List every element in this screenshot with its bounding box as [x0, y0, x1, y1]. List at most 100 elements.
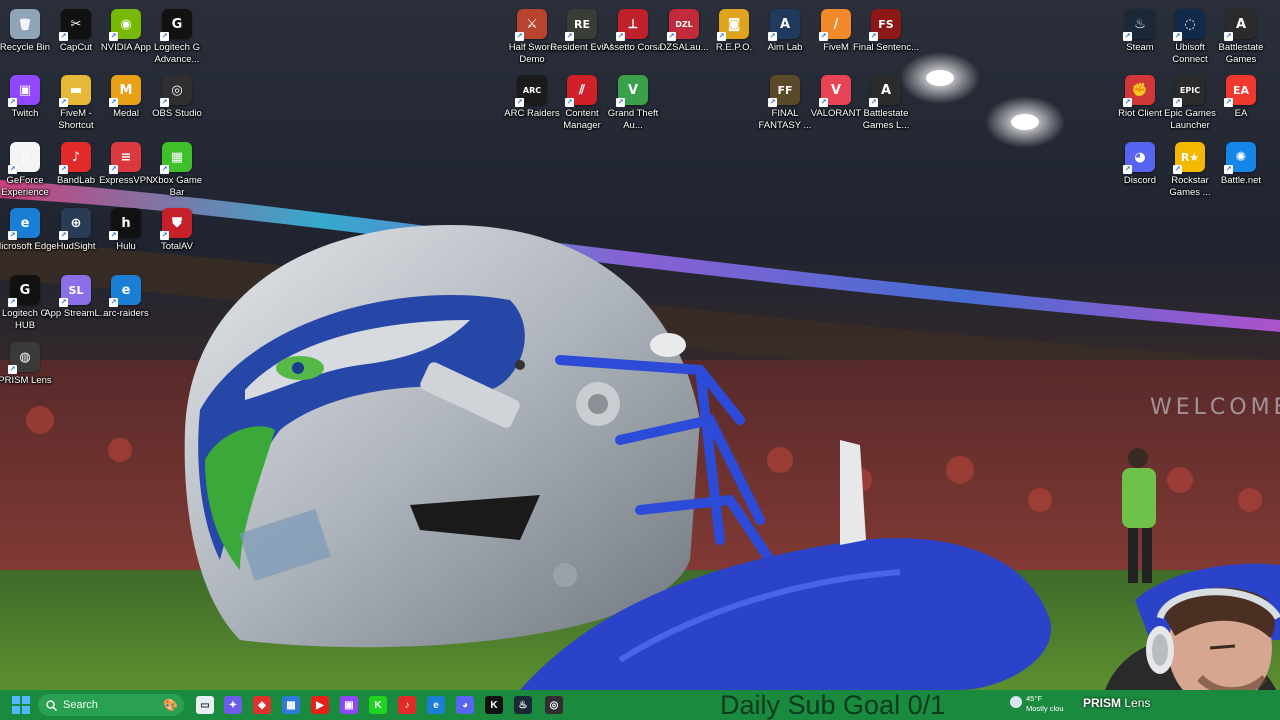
- weather-condition: Mostly clou: [1026, 704, 1064, 713]
- resident-evil-4-glyph: RE: [574, 17, 590, 31]
- desktop-icon-obs-studio[interactable]: ◎ ↗ OBS Studio: [146, 70, 208, 134]
- windows-logo-icon: [12, 696, 30, 714]
- fivem-glyph: /: [833, 16, 839, 32]
- nvidia-app-glyph: ◉: [120, 16, 132, 32]
- logitech-g-advance-glyph: G: [171, 16, 183, 32]
- gta-v-icon: V ↗: [616, 75, 648, 107]
- desktop-icon-label: arc-raiders: [103, 308, 149, 319]
- shortcut-arrow-icon: ↗: [1123, 32, 1132, 41]
- repo-icon: ◙ ↗: [717, 9, 749, 41]
- desktop-icon-totalav[interactable]: ⛊ ↗ TotalAV: [146, 203, 208, 267]
- steam-glyph: ♨: [1134, 16, 1146, 32]
- taskbar-app-twitch-icon[interactable]: ▣: [340, 696, 358, 714]
- desktop-icon-logitech-g-advance[interactable]: G ↗ Logitech G Advance...: [146, 4, 208, 68]
- taskbar-app-microsoft-store-icon[interactable]: ▦: [282, 696, 300, 714]
- battlestate-games-launcher-icon: A ↗: [869, 75, 901, 107]
- shortcut-arrow-icon: ↗: [1224, 165, 1233, 174]
- watermark-brand: PRISM: [1083, 696, 1122, 710]
- prism-lens-icon: ◍ ↗: [8, 342, 40, 374]
- content-manager-glyph: ⫽: [579, 82, 585, 98]
- desktop-icon-label: Logitech G Advance...: [154, 42, 200, 65]
- start-button[interactable]: [12, 696, 30, 714]
- taskbar-app-task-view-icon[interactable]: ▭: [196, 696, 214, 714]
- desktop-icon-gta-v[interactable]: V ↗ Grand Theft Au...: [602, 70, 664, 134]
- obs-studio-glyph: ◎: [171, 82, 183, 98]
- taskbar-search-box[interactable]: Search 🎨: [38, 694, 184, 716]
- aim-lab-glyph: A: [779, 16, 791, 32]
- taskbar-app-obs-icon[interactable]: ◎: [545, 696, 563, 714]
- desktop-icon-arc-raiders-edge[interactable]: e ↗ arc-raiders: [95, 270, 157, 334]
- bandlab-icon: ♪ ↗: [59, 142, 91, 174]
- fivem-shortcut-icon: ▬ ↗: [59, 75, 91, 107]
- shortcut-arrow-icon: ↗: [109, 231, 118, 240]
- shortcut-arrow-icon: ↗: [59, 165, 68, 174]
- taskbar-app-discord-icon[interactable]: ◕: [456, 696, 474, 714]
- taskbar-app-youtube-icon[interactable]: ▶: [311, 696, 329, 714]
- dzsa-launcher-icon: DZL ↗: [667, 9, 699, 41]
- desktop-icon-prism-lens[interactable]: ◍ ↗ PRISM Lens: [0, 337, 56, 401]
- taskbar-app-app-red-diamond-icon[interactable]: ◆: [253, 696, 271, 714]
- desktop-icon-label: PRISM Lens: [0, 375, 52, 386]
- shortcut-arrow-icon: ↗: [160, 231, 169, 240]
- logitech-g-advance-icon: G ↗: [160, 9, 192, 41]
- desktop-icon-xbox-game-bar[interactable]: ▦ ↗ Xbox Game Bar: [146, 137, 208, 201]
- obs-studio-icon: ◎ ↗: [160, 75, 192, 107]
- weather-widget[interactable]: 45°F Mostly clou: [1010, 694, 1080, 716]
- taskbar-app-kick-studio-icon[interactable]: K: [485, 696, 503, 714]
- final-fantasy-icon: FF ↗: [768, 75, 800, 107]
- watermark-product: Lens: [1124, 696, 1151, 710]
- desktop-icon-battlestate-games-launcher[interactable]: A ↗ Battlestate Games L...: [855, 70, 917, 134]
- shortcut-arrow-icon: ↗: [1123, 98, 1132, 107]
- app-streamlabs-glyph: SL: [68, 283, 84, 297]
- desktop-icon-label: Battlestate Games L...: [862, 108, 910, 131]
- taskbar-app-steam-icon[interactable]: ♨: [514, 696, 532, 714]
- geforce-experience-glyph: ▯: [21, 149, 29, 165]
- desktop-icon-battle-net[interactable]: ✺ ↗ Battle.net: [1210, 137, 1272, 201]
- taskbar-app-bandlab-icon[interactable]: ♪: [398, 696, 416, 714]
- shortcut-arrow-icon: ↗: [1224, 98, 1233, 107]
- shortcut-arrow-icon: ↗: [1224, 32, 1233, 41]
- hulu-icon: h ↗: [109, 208, 141, 240]
- geforce-experience-icon: ▯ ↗: [8, 142, 40, 174]
- hulu-glyph: h: [121, 215, 131, 231]
- shortcut-arrow-icon: ↗: [869, 32, 878, 41]
- weather-temp: 45°F: [1026, 694, 1042, 703]
- weather-text: 45°F Mostly clou: [1026, 694, 1064, 714]
- shortcut-arrow-icon: ↗: [1173, 32, 1182, 41]
- battle-net-glyph: ✺: [1235, 149, 1247, 165]
- riot-client-glyph: ✊: [1131, 82, 1149, 98]
- search-placeholder: Search: [63, 699, 98, 711]
- valorant-glyph: V: [830, 82, 842, 98]
- arc-raiders-edge-glyph: e: [121, 282, 131, 298]
- arc-raiders-edge-icon: e ↗: [109, 275, 141, 307]
- epic-games-launcher-icon: EPIC ↗: [1173, 75, 1205, 107]
- shortcut-arrow-icon: ↗: [565, 32, 574, 41]
- shortcut-arrow-icon: ↗: [160, 165, 169, 174]
- half-sword-demo-icon: ⚔ ↗: [515, 9, 547, 41]
- final-fantasy-glyph: FF: [777, 83, 793, 97]
- recycle-bin-glyph: 🗑: [18, 17, 32, 31]
- shortcut-arrow-icon: ↗: [109, 298, 118, 307]
- hudsight-icon: ⊕ ↗: [59, 208, 91, 240]
- shortcut-arrow-icon: ↗: [1123, 165, 1132, 174]
- taskbar-app-edge-icon[interactable]: e: [427, 696, 445, 714]
- taskbar-app-copilot-icon[interactable]: ✦: [224, 696, 242, 714]
- assetto-corsa-icon: ⟂ ↗: [616, 9, 648, 41]
- desktop-icon-final-sentence[interactable]: FS ↗ Final Sentenc...: [853, 4, 919, 68]
- shortcut-arrow-icon: ↗: [1173, 98, 1182, 107]
- search-highlight-icon: 🎨: [163, 698, 178, 712]
- shortcut-arrow-icon: ↗: [616, 98, 625, 107]
- desktop-icon-battlestate-games[interactable]: A ↗ Battlestate Games: [1210, 4, 1272, 68]
- taskbar-app-kick-icon[interactable]: K: [369, 696, 387, 714]
- shortcut-arrow-icon: ↗: [616, 32, 625, 41]
- capcut-glyph: ✂: [70, 16, 82, 32]
- shortcut-arrow-icon: ↗: [565, 98, 574, 107]
- desktop-icon-ea[interactable]: EA ↗ EA: [1210, 70, 1272, 134]
- shortcut-arrow-icon: ↗: [8, 231, 17, 240]
- shortcut-arrow-icon: ↗: [717, 32, 726, 41]
- app-streamlabs-icon: SL ↗: [59, 275, 91, 307]
- shortcut-arrow-icon: ↗: [109, 32, 118, 41]
- shortcut-arrow-icon: ↗: [515, 32, 524, 41]
- dzsa-launcher-glyph: DZL: [675, 19, 693, 29]
- battlestate-games-icon: A ↗: [1224, 9, 1256, 41]
